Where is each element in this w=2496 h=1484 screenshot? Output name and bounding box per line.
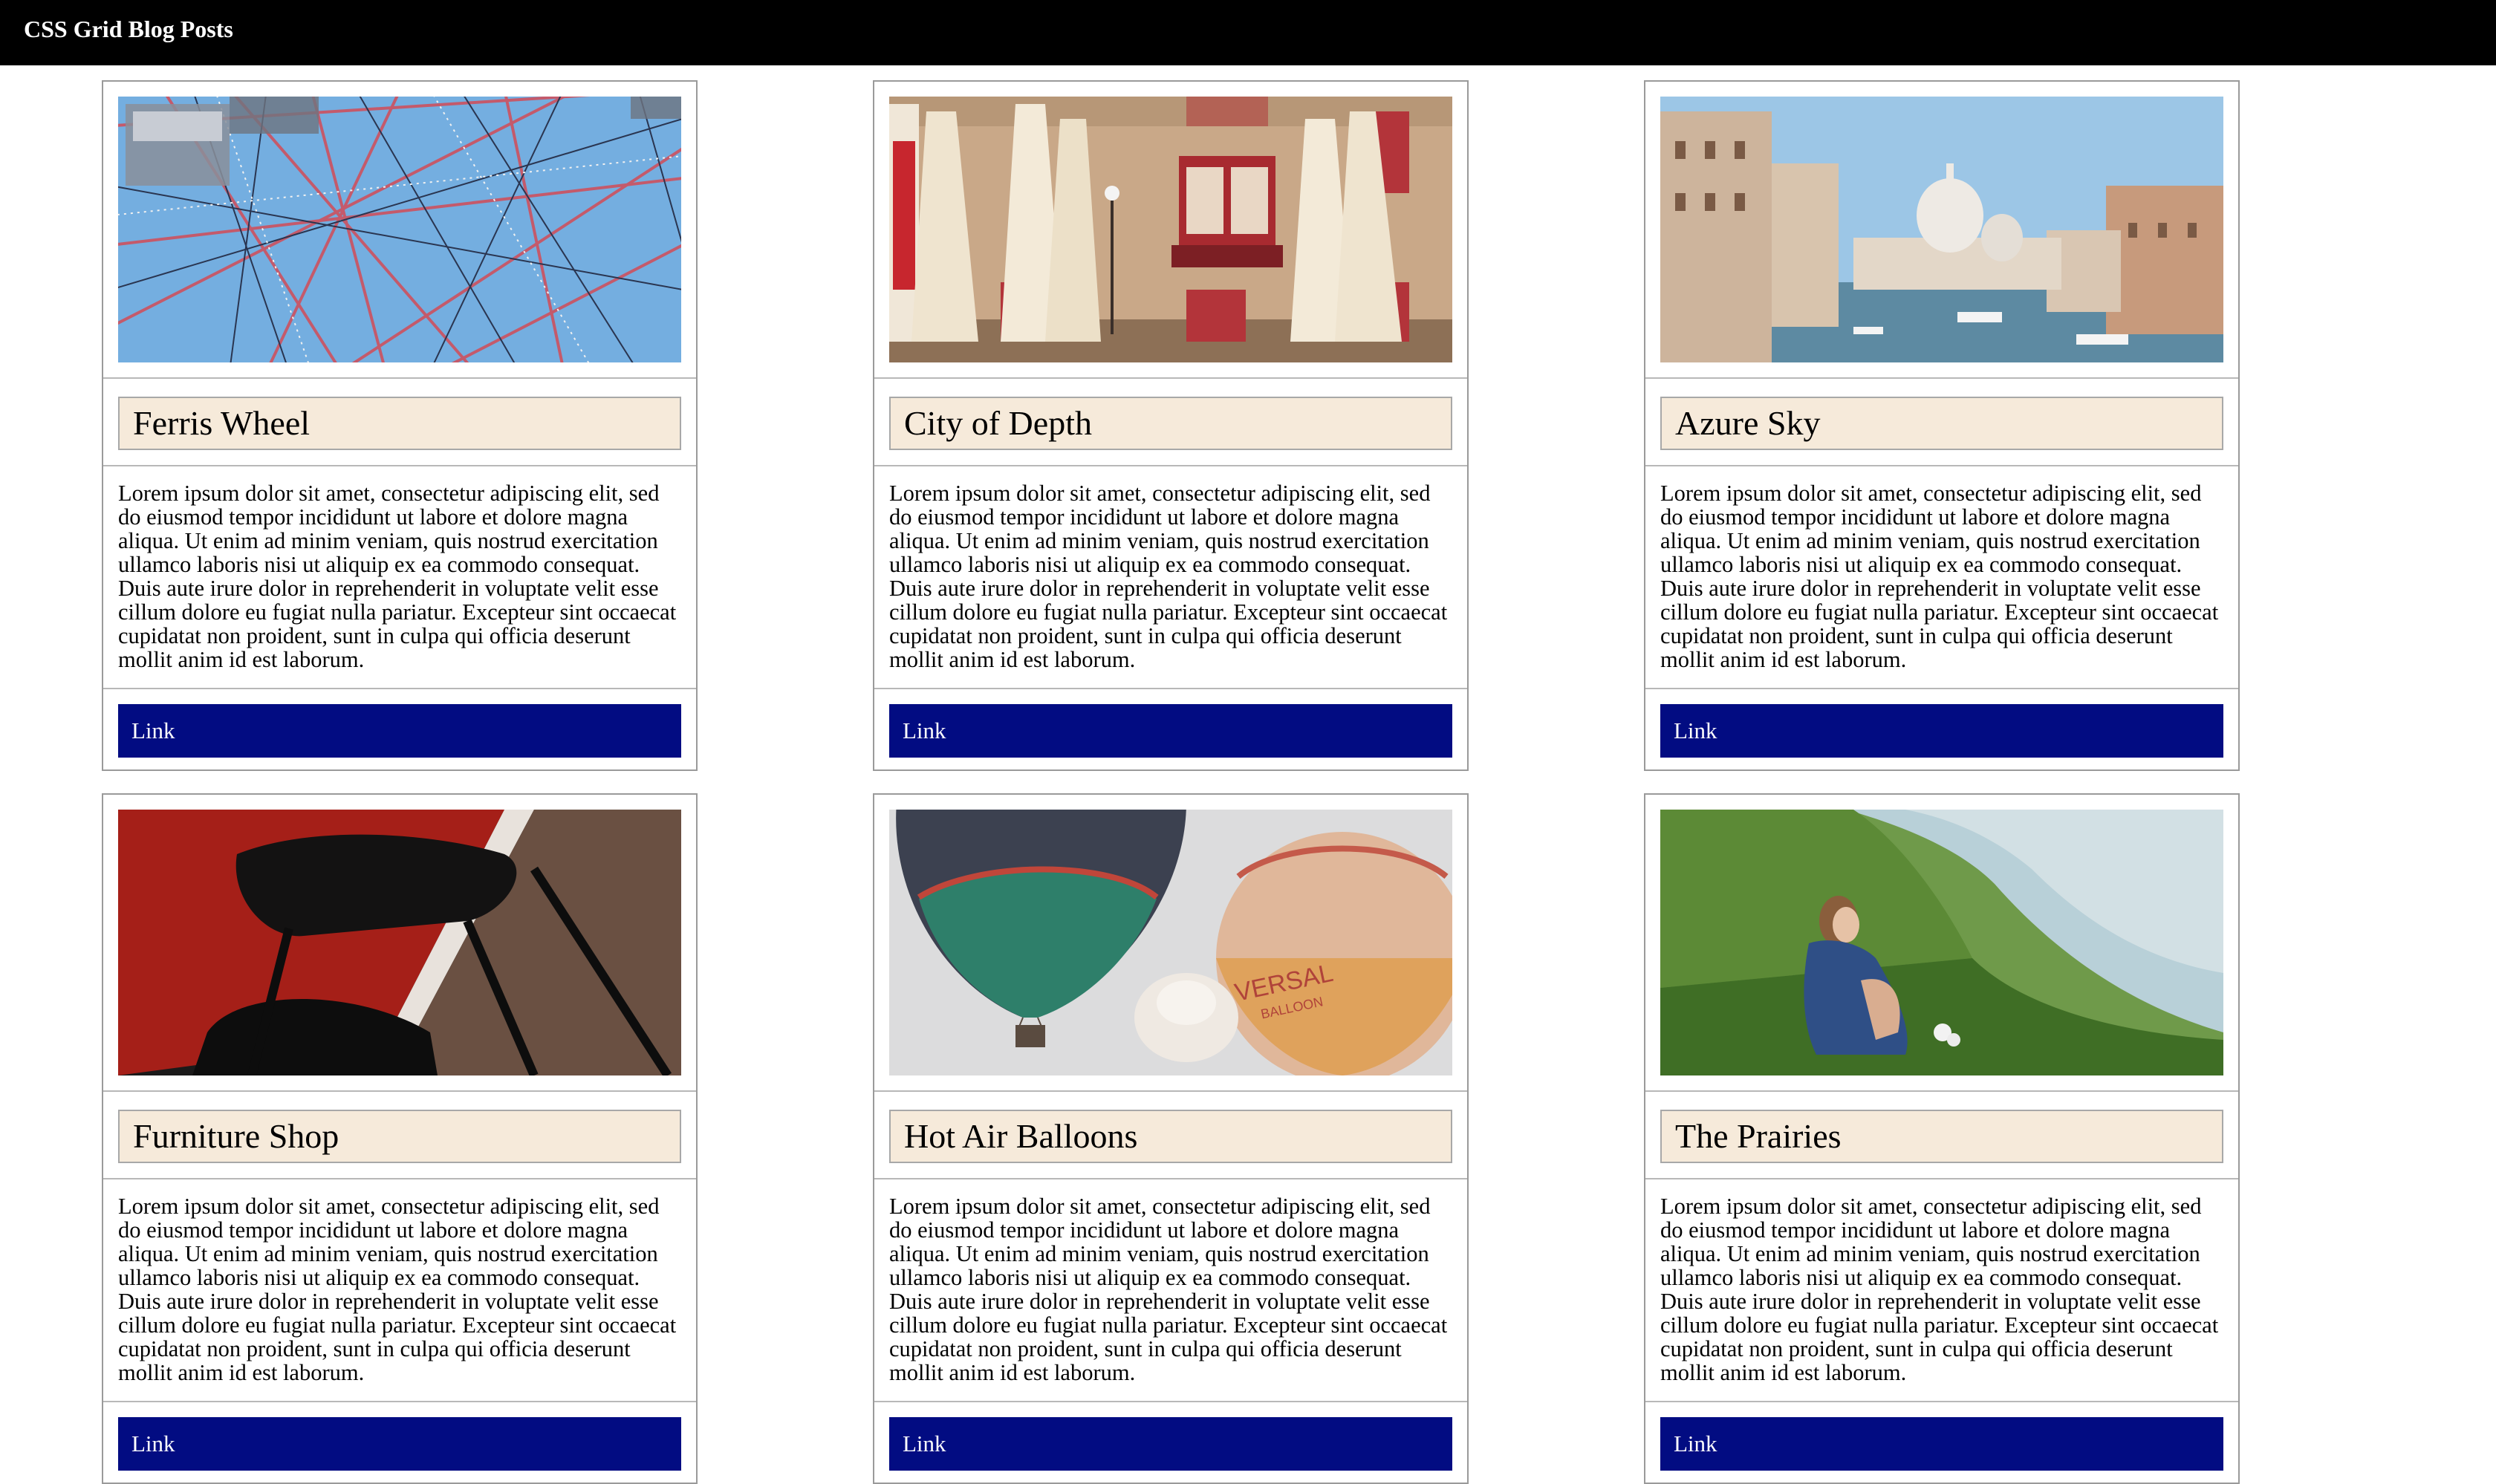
post-excerpt: Lorem ipsum dolor sit amet, consectetur …: [118, 481, 677, 672]
card-body-section: Lorem ipsum dolor sit amet, consectetur …: [103, 466, 696, 689]
post-excerpt: Lorem ipsum dolor sit amet, consectetur …: [1660, 481, 2219, 672]
card-body-section: Lorem ipsum dolor sit amet, consectetur …: [1645, 1179, 2238, 1402]
card-footer-section: Link: [1645, 689, 2238, 758]
card-footer-section: Link: [103, 689, 696, 758]
post-title: Azure Sky: [1660, 397, 2223, 450]
card-title-section: City of Depth: [874, 379, 1467, 466]
blog-post-card: VERSAL BALLOON Hot Air Balloons Lorem ip…: [873, 793, 1469, 1484]
blog-posts-grid: Ferris Wheel Lorem ipsum dolor sit amet,…: [102, 80, 2241, 1484]
card-image-section: [1645, 795, 2238, 1092]
card-title-section: Furniture Shop: [103, 1092, 696, 1179]
top-header-bar: CSS Grid Blog Posts: [0, 0, 2496, 65]
blog-post-card: Azure Sky Lorem ipsum dolor sit amet, co…: [1644, 80, 2240, 771]
chair-photo: [118, 810, 681, 1075]
card-image-section: [103, 82, 696, 379]
card-title-section: Hot Air Balloons: [874, 1092, 1467, 1179]
card-title-section: Azure Sky: [1645, 379, 2238, 466]
blog-post-card: The Prairies Lorem ipsum dolor sit amet,…: [1644, 793, 2240, 1484]
card-image-section: VERSAL BALLOON: [874, 795, 1467, 1092]
hot-air-balloons-photo: VERSAL BALLOON: [889, 810, 1452, 1075]
page-title: CSS Grid Blog Posts: [24, 16, 233, 42]
post-title: Hot Air Balloons: [889, 1110, 1452, 1163]
card-body-section: Lorem ipsum dolor sit amet, consectetur …: [874, 1179, 1467, 1402]
card-title-section: Ferris Wheel: [103, 379, 696, 466]
post-excerpt: Lorem ipsum dolor sit amet, consectetur …: [889, 1194, 1448, 1385]
blog-post-card: City of Depth Lorem ipsum dolor sit amet…: [873, 80, 1469, 771]
post-title: City of Depth: [889, 397, 1452, 450]
card-body-section: Lorem ipsum dolor sit amet, consectetur …: [874, 466, 1467, 689]
post-excerpt: Lorem ipsum dolor sit amet, consectetur …: [889, 481, 1448, 672]
card-image-section: [874, 82, 1467, 379]
blog-post-card: Furniture Shop Lorem ipsum dolor sit ame…: [102, 793, 698, 1484]
venice-canal-photo: [1660, 97, 2223, 362]
card-footer-section: Link: [1645, 1402, 2238, 1471]
card-image-section: [1645, 82, 2238, 379]
card-image-section: [103, 795, 696, 1092]
ferris-wheel-photo: [118, 97, 681, 362]
prairie-river-photo: [1660, 810, 2223, 1075]
card-footer-section: Link: [103, 1402, 696, 1471]
card-title-section: The Prairies: [1645, 1092, 2238, 1179]
post-title: Furniture Shop: [118, 1110, 681, 1163]
card-body-section: Lorem ipsum dolor sit amet, consectetur …: [1645, 466, 2238, 689]
post-link-button[interactable]: Link: [1660, 704, 2223, 758]
post-link-button[interactable]: Link: [1660, 1417, 2223, 1471]
post-link-button[interactable]: Link: [889, 1417, 1452, 1471]
card-footer-section: Link: [874, 689, 1467, 758]
card-footer-section: Link: [874, 1402, 1467, 1471]
post-link-button[interactable]: Link: [889, 704, 1452, 758]
post-excerpt: Lorem ipsum dolor sit amet, consectetur …: [1660, 1194, 2219, 1385]
city-facade-photo: [889, 97, 1452, 362]
blog-post-card: Ferris Wheel Lorem ipsum dolor sit amet,…: [102, 80, 698, 771]
post-title: The Prairies: [1660, 1110, 2223, 1163]
post-link-button[interactable]: Link: [118, 704, 681, 758]
post-excerpt: Lorem ipsum dolor sit amet, consectetur …: [118, 1194, 677, 1385]
post-title: Ferris Wheel: [118, 397, 681, 450]
post-link-button[interactable]: Link: [118, 1417, 681, 1471]
card-body-section: Lorem ipsum dolor sit amet, consectetur …: [103, 1179, 696, 1402]
